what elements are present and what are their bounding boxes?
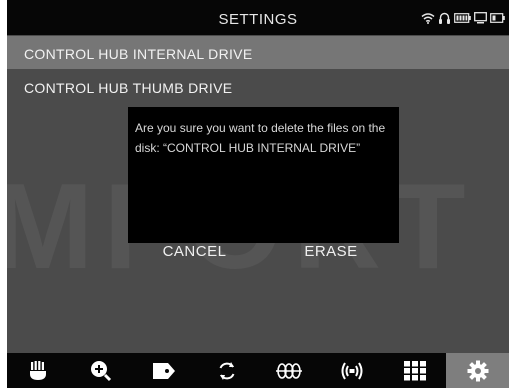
nav-settings[interactable] [446, 353, 509, 388]
nav-tag[interactable] [133, 353, 196, 388]
tag-icon [152, 362, 175, 379]
nav-broadcast[interactable] [321, 353, 384, 388]
nav-hand[interactable] [7, 353, 70, 388]
nav-keypad[interactable] [384, 353, 447, 388]
nav-zoom[interactable] [70, 353, 133, 388]
nav-refresh[interactable] [195, 353, 258, 388]
wifi-icon [421, 13, 435, 24]
broadcast-icon [341, 361, 363, 380]
dialog-message: Are you sure you want to delete the file… [135, 121, 386, 155]
status-icons [421, 11, 505, 25]
nav-hearing-loop[interactable] [258, 353, 321, 388]
cancel-button[interactable]: CANCEL [147, 243, 242, 265]
menu-item-label: CONTROL HUB THUMB DRIVE [24, 80, 233, 96]
hand-icon [30, 360, 47, 380]
menu-item-internal-drive[interactable]: CONTROL HUB INTERNAL DRIVE [7, 36, 509, 69]
menu-item-label: CONTROL HUB INTERNAL DRIVE [24, 46, 253, 62]
erase-button[interactable]: ERASE [286, 243, 376, 265]
keypad-icon [403, 360, 426, 380]
settings-screen: OMFORT SETTINGS [7, 0, 509, 388]
menu-item-thumb-drive[interactable]: CONTROL HUB THUMB DRIVE [7, 70, 509, 103]
gear-icon [467, 360, 489, 381]
top-bar: SETTINGS [7, 0, 509, 35]
zoom-in-icon [91, 360, 112, 381]
headset-icon [439, 12, 450, 24]
refresh-icon [219, 361, 235, 380]
battery-icon [454, 13, 471, 23]
hearing-loop-icon [276, 362, 303, 379]
battery-small-icon [490, 13, 505, 23]
bottom-nav [7, 353, 509, 388]
monitor-icon [474, 12, 487, 24]
confirm-dialog: Are you sure you want to delete the file… [128, 107, 399, 243]
